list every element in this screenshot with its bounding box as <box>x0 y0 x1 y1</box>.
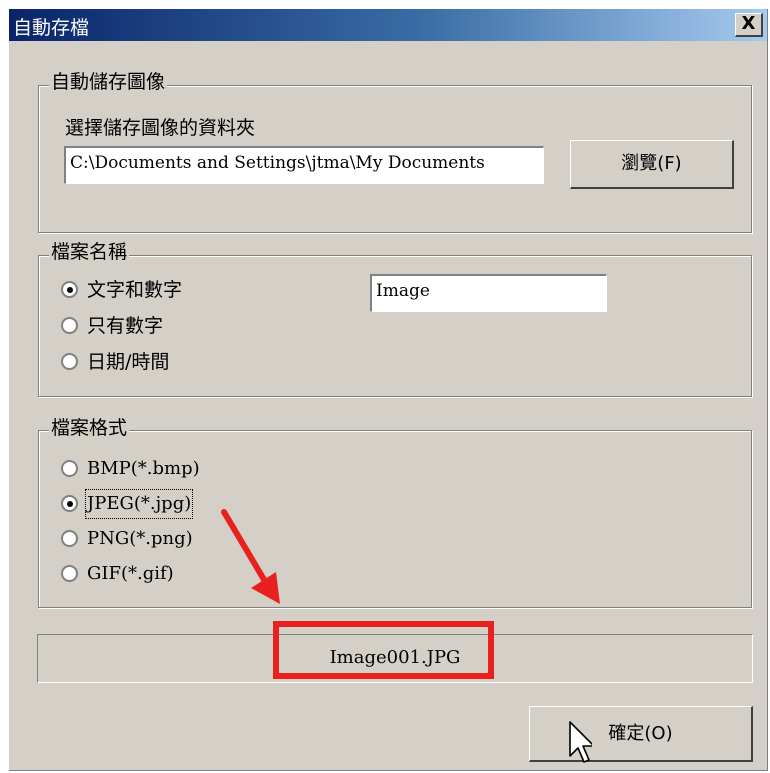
folder-label: 選擇儲存圖像的資料夾 <box>65 117 256 139</box>
title-bar[interactable]: 自動存檔 X <box>9 9 767 41</box>
folder-path-input[interactable]: C:\Documents and Settings\jtma\My Docume… <box>64 146 544 184</box>
window-title: 自動存檔 <box>13 17 90 39</box>
annotation-highlight-box <box>273 621 494 679</box>
radio-text-and-number[interactable]: 文字和數字 <box>61 277 301 303</box>
radio-button[interactable] <box>61 317 78 334</box>
radio-button[interactable] <box>61 495 78 512</box>
radio-date-time[interactable]: 日期/時間 <box>61 349 301 375</box>
radio-button[interactable] <box>61 565 78 582</box>
radio-number-only[interactable]: 只有數字 <box>61 313 301 339</box>
radio-format-bmp[interactable]: BMP(*.bmp) <box>61 456 281 482</box>
radio-label: PNG(*.png) <box>87 528 193 549</box>
browse-button-label: 瀏覽(F) <box>621 153 682 174</box>
radio-button[interactable] <box>61 281 78 298</box>
file-format-legend: 檔案格式 <box>49 417 130 439</box>
radio-button[interactable] <box>61 530 78 547</box>
radio-label: 日期/時間 <box>87 351 170 373</box>
auto-save-legend: 自動儲存圖像 <box>49 71 168 93</box>
radio-selected-dot <box>67 287 73 293</box>
radio-label: 只有數字 <box>87 315 164 337</box>
file-name-prefix-input[interactable]: Image <box>370 274 607 312</box>
mouse-pointer-icon <box>569 721 592 763</box>
radio-label: 文字和數字 <box>87 279 183 301</box>
close-button[interactable]: X <box>735 13 763 37</box>
radio-format-png[interactable]: PNG(*.png) <box>61 526 281 552</box>
ok-button-label: 確定(O) <box>608 723 673 744</box>
radio-label: BMP(*.bmp) <box>87 458 200 479</box>
browse-button[interactable]: 瀏覽(F) <box>570 140 734 189</box>
radio-selected-dot <box>67 501 73 507</box>
close-icon: X <box>741 13 756 34</box>
file-name-legend: 檔案名稱 <box>49 241 130 263</box>
radio-label: JPEG(*.jpg) <box>84 489 194 519</box>
radio-format-jpeg[interactable]: JPEG(*.jpg) <box>61 489 281 519</box>
radio-format-gif[interactable]: GIF(*.gif) <box>61 561 281 587</box>
radio-button[interactable] <box>61 460 78 477</box>
radio-label: GIF(*.gif) <box>87 563 174 584</box>
radio-button[interactable] <box>61 353 78 370</box>
